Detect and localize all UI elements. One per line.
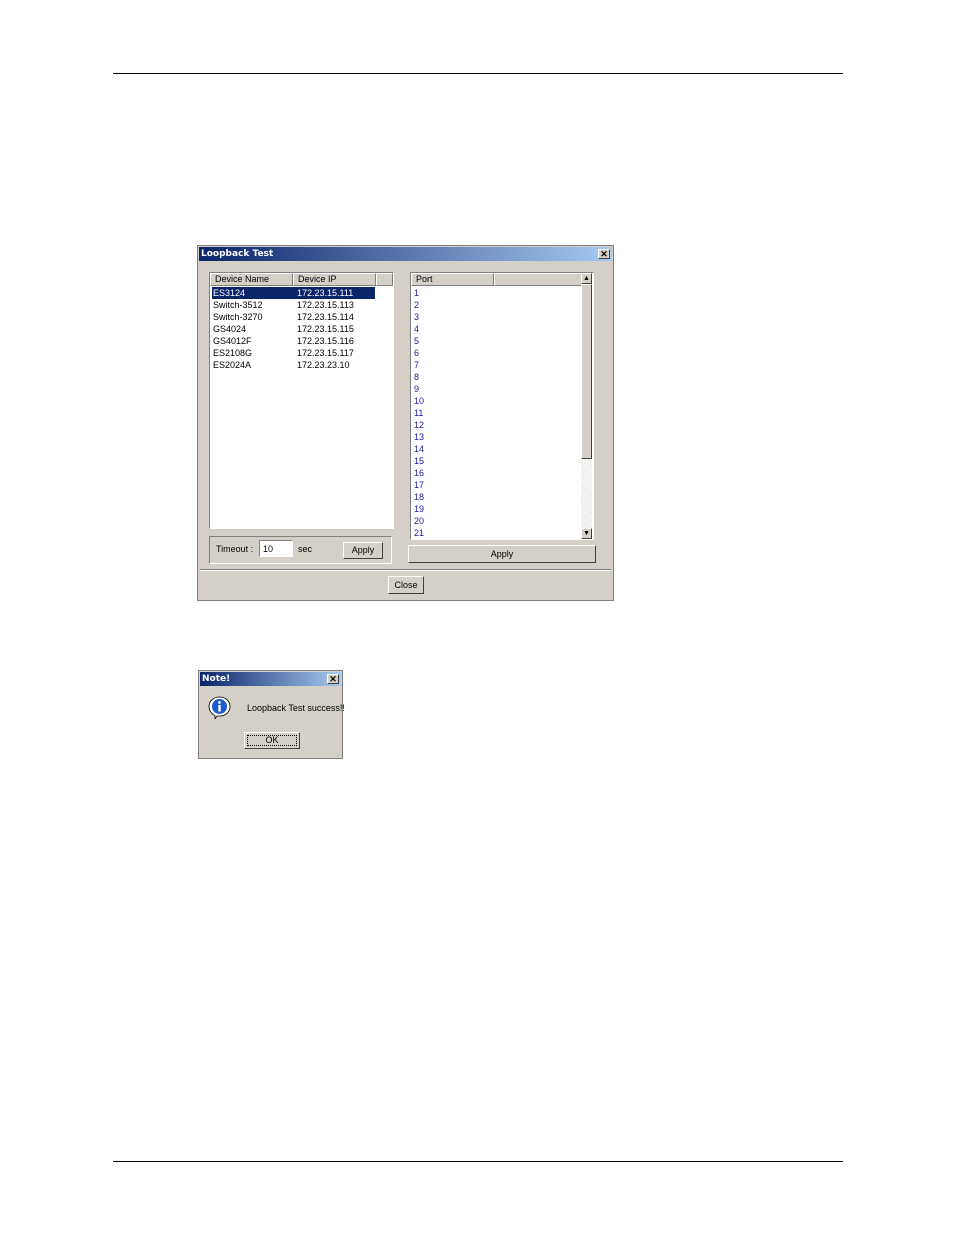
device-name-cell: Switch-3512 [213,300,263,310]
timeout-label: Timeout : [216,544,254,554]
device-ip-cell: 172.23.15.117 [297,348,354,358]
header-rule [113,73,843,74]
timeout-unit: sec [298,544,313,554]
scroll-up-button[interactable]: ▲ [581,273,592,284]
close-icon[interactable]: ✕ [598,249,610,259]
list-item[interactable]: 13 [414,431,424,443]
list-item[interactable]: 5 [414,335,419,347]
list-item[interactable]: 7 [414,359,419,371]
list-item[interactable]: 18 [414,491,424,503]
list-item[interactable]: 12 [414,419,424,431]
list-item[interactable]: 20 [414,515,424,527]
close-button[interactable]: Close [388,576,424,594]
device-name-cell: ES2024A [213,360,252,370]
list-item[interactable]: 11 [414,407,423,419]
column-header-port[interactable]: Port [411,273,494,286]
list-item[interactable]: 2 [414,299,419,311]
note-title: Note! [202,674,231,684]
list-item[interactable]: 10 [414,395,424,407]
note-message: Loopback Test success!! [247,703,345,713]
device-name-cell: Switch-3270 [213,312,263,322]
device-ip-cell: 172.23.15.116 [297,336,354,346]
note-dialog: Note! ✕ Loopback Test success!! OK [198,670,345,759]
device-name-cell: ES2108G [213,348,253,358]
footer-rule [113,1161,843,1162]
timeout-input[interactable]: 10 [259,540,293,557]
device-ip-cell: 172.23.15.114 [297,312,354,322]
port-apply-button[interactable]: Apply [408,545,596,563]
device-ip-cell: 172.23.15.113 [297,300,354,310]
ok-button[interactable]: OK [244,732,300,749]
list-item[interactable]: 3 [414,311,419,323]
column-header-device-ip[interactable]: Device IP [293,273,376,286]
list-item[interactable]: 21 [414,527,424,539]
device-name-cell: GS4024 [213,324,247,334]
port-list[interactable]: Port 1 2 3 4 5 6 7 8 9 10 11 12 13 14 15 16 17 18 19 20 21 ▲… [410,272,594,540]
scroll-track[interactable] [581,459,592,528]
column-header-port-blank [494,273,582,286]
scroll-down-button[interactable]: ▼ [581,528,592,539]
port-list-scrollbar[interactable]: ▲ ▼ [581,273,592,539]
note-titlebar[interactable]: Note! ✕ [200,672,341,686]
device-ip-cell: 172.23.23.10 [297,360,350,370]
list-item[interactable]: 8 [414,371,419,383]
note-close-icon[interactable]: ✕ [327,674,339,684]
list-item[interactable]: 17 [414,479,424,491]
footer-separator [200,569,611,571]
device-ip-cell: 172.23.15.111 [297,288,354,298]
list-item[interactable]: 9 [414,383,419,395]
column-header-blank [376,273,393,286]
list-item[interactable]: 6 [414,347,419,359]
column-header-device-name[interactable]: Device Name [210,273,293,286]
list-item[interactable]: 4 [414,323,419,335]
table-row[interactable]: ES3124 172.23.15.111 [212,287,375,299]
list-item[interactable]: 14 [414,443,424,455]
device-apply-button[interactable]: Apply [343,542,383,559]
scroll-thumb[interactable] [581,284,592,459]
device-name-cell: ES3124 [213,288,246,298]
loopback-test-dialog: Loopback Test ✕ Device Name Device IP ES… [197,245,614,601]
device-ip-cell: 172.23.15.115 [297,324,354,334]
list-item[interactable]: 1 [414,287,419,299]
list-item[interactable]: 16 [414,467,424,479]
list-item[interactable]: 15 [414,455,424,467]
list-item[interactable]: 19 [414,503,424,515]
device-name-cell: GS4012F [213,336,252,346]
device-list[interactable]: Device Name Device IP ES3124 172.23.15.11… [209,272,394,529]
dialog-titlebar[interactable]: Loopback Test ✕ [199,247,612,261]
info-icon [208,696,231,721]
dialog-title: Loopback Test [201,249,274,259]
